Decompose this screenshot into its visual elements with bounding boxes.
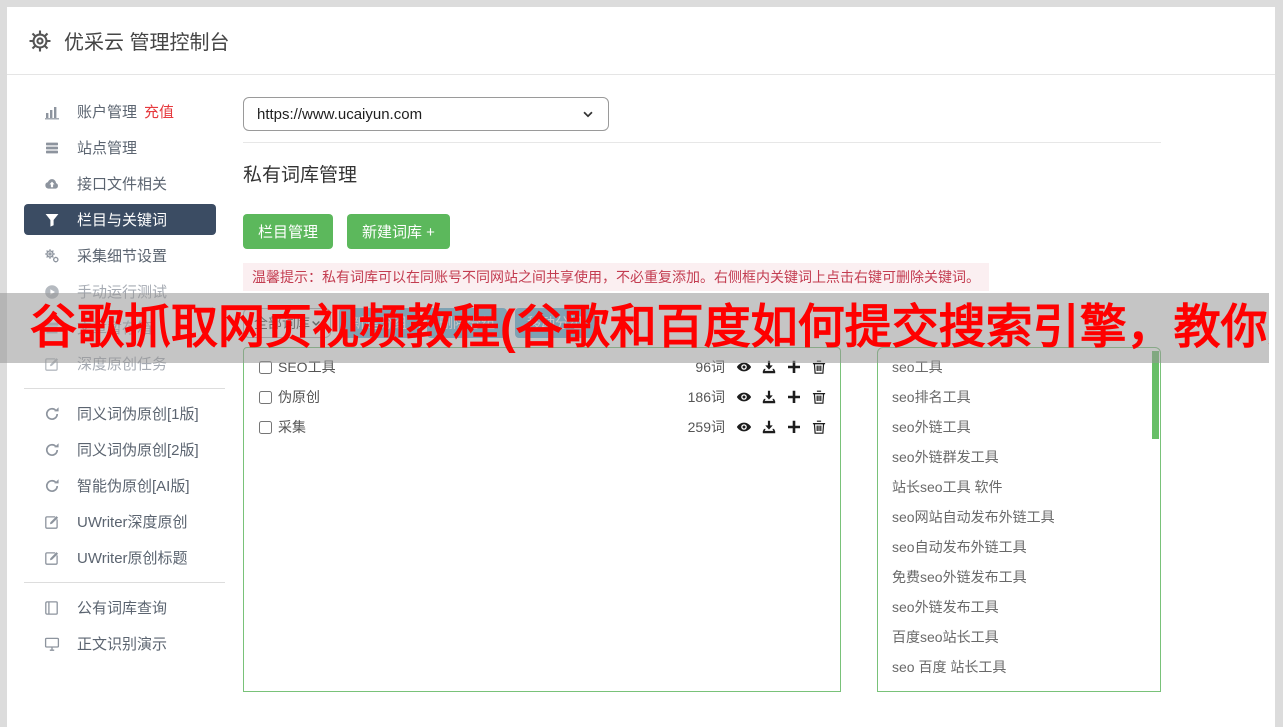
column-manage-button[interactable]: 栏目管理	[243, 214, 334, 249]
keyword-list: seo工具 seo排名工具 seo外链工具 seo外链群发工具 站长seo工具 软件 se…	[878, 352, 1160, 682]
sidebar-item-label: 接口文件相关	[77, 176, 168, 193]
download-icon[interactable]	[761, 419, 777, 435]
row-checkbox[interactable]	[259, 390, 272, 404]
main-content: https://www.ucaiyun.com 私有词库管理 栏目管理 新建词库…	[233, 75, 1275, 692]
keyword-item[interactable]: 百度seo站长工具	[878, 622, 1160, 652]
plus-icon[interactable]	[786, 389, 802, 405]
sidebar-item-label: UWriter深度原创	[77, 514, 188, 531]
sidebar-item-account-manage[interactable]: 账户管理 充值	[24, 96, 216, 127]
tip-banner: 温馨提示：私有词库可以在同账号不同网站之间共享使用，不必重复添加。右侧框内关键词…	[243, 263, 989, 291]
thesaurus-row: 采集 259词	[244, 412, 840, 442]
page: 优采云 管理控制台 账户管理充值站点管理接口文件相关栏目与关键词采集细节设置手动…	[7, 7, 1275, 727]
cloud-upload-icon	[44, 176, 62, 192]
sidebar-divider	[24, 388, 225, 389]
sidebar-item-label: 栏目与关键词	[77, 212, 168, 229]
bar-chart-icon	[44, 104, 62, 120]
sidebar-item-label: 采集细节设置	[77, 248, 168, 265]
sidebar-item-label: 站点管理	[77, 140, 138, 157]
sidebar-item-label: 智能伪原创[AI版]	[77, 478, 190, 495]
overlay-banner: 谷歌抓取网页视频教程(谷歌和百度如何提交搜索引擎，教你如何	[0, 293, 1269, 363]
sidebar-item-label: 同义词伪原创[1版]	[77, 406, 199, 423]
overlay-text: 谷歌抓取网页视频教程(谷歌和百度如何提交搜索引擎，教你如何	[30, 300, 1269, 353]
download-icon[interactable]	[761, 389, 777, 405]
keyword-item[interactable]: seo外链发布工具	[878, 592, 1160, 622]
edit-icon	[44, 550, 62, 566]
divider	[243, 142, 1161, 143]
keyword-item[interactable]: seo外链工具	[878, 412, 1160, 442]
site-select-value: https://www.ucaiyun.com	[257, 105, 423, 123]
keyword-item[interactable]: seo排名工具	[878, 382, 1160, 412]
chevron-down-icon	[581, 107, 595, 121]
gear-icon	[28, 29, 52, 53]
edit-icon	[44, 514, 62, 530]
topbar: 优采云 管理控制台	[7, 7, 1275, 75]
sidebar-item-ai-rewrite[interactable]: 智能伪原创[AI版]	[24, 470, 216, 501]
sidebar-item-label: 正文识别演示	[77, 636, 168, 653]
thesaurus-table: SEO工具 96词 伪原创 186词 采集 259词	[243, 347, 841, 692]
sidebar: 账户管理充值站点管理接口文件相关栏目与关键词采集细节设置手动运行测试文章暂存箱深…	[7, 75, 233, 692]
keyword-item[interactable]: seo自动发布外链工具	[878, 532, 1160, 562]
sidebar-item-api-files[interactable]: 接口文件相关	[24, 168, 216, 199]
sidebar-item-label: 账户管理	[77, 104, 138, 121]
word-count: 259词	[687, 419, 725, 435]
server-icon	[44, 140, 62, 156]
app-title: 优采云 管理控制台	[64, 32, 230, 54]
trash-icon[interactable]	[811, 419, 827, 435]
sidebar-item-synonym-rewrite-v2[interactable]: 同义词伪原创[2版]	[24, 434, 216, 465]
site-select[interactable]: https://www.ucaiyun.com	[243, 97, 609, 131]
monitor-icon	[44, 636, 62, 652]
trash-icon[interactable]	[811, 389, 827, 405]
plus-icon[interactable]	[786, 419, 802, 435]
keyword-panel: seo工具 seo排名工具 seo外链工具 seo外链群发工具 站长seo工具 软件 se…	[877, 347, 1161, 692]
gears-icon	[44, 248, 62, 264]
new-thesaurus-button[interactable]: 新建词库 +	[347, 214, 450, 249]
recharge-link[interactable]: 充值	[144, 101, 174, 122]
keyword-item[interactable]: 免费seo外链发布工具	[878, 562, 1160, 592]
layout: 账户管理充值站点管理接口文件相关栏目与关键词采集细节设置手动运行测试文章暂存箱深…	[7, 75, 1275, 692]
sidebar-item-label: 同义词伪原创[2版]	[77, 442, 199, 459]
scrollbar-thumb[interactable]	[1152, 351, 1159, 439]
action-buttons: 栏目管理 新建词库 +	[243, 214, 1275, 249]
eye-icon[interactable]	[736, 389, 752, 405]
sidebar-item-synonym-rewrite-v1[interactable]: 同义词伪原创[1版]	[24, 398, 216, 429]
thesaurus-row: 伪原创 186词	[244, 382, 840, 412]
refresh-icon	[44, 442, 62, 458]
refresh-icon	[44, 406, 62, 422]
row-checkbox[interactable]	[259, 420, 272, 434]
sidebar-item-content-recognition-demo[interactable]: 正文识别演示	[24, 628, 216, 659]
sidebar-item-uwriter-original-title[interactable]: UWriter原创标题	[24, 542, 216, 573]
funnel-icon	[44, 212, 62, 228]
sidebar-item-collect-settings[interactable]: 采集细节设置	[24, 240, 216, 271]
keyword-item[interactable]: seo外链群发工具	[878, 442, 1160, 472]
book-icon	[44, 600, 62, 616]
panels: SEO工具 96词 伪原创 186词 采集 259词 seo工具 seo排名工具 seo外链工…	[243, 347, 1275, 692]
sidebar-item-site-manage[interactable]: 站点管理	[24, 132, 216, 163]
keyword-item[interactable]: seo 百度 站长工具	[878, 652, 1160, 682]
sidebar-item-public-thesaurus-query[interactable]: 公有词库查询	[24, 592, 216, 623]
word-count: 186词	[687, 389, 725, 405]
sidebar-item-label: UWriter原创标题	[77, 550, 188, 567]
sidebar-item-uwriter-deep-original[interactable]: UWriter深度原创	[24, 506, 216, 537]
eye-icon[interactable]	[736, 419, 752, 435]
sidebar-item-label: 公有词库查询	[77, 600, 168, 617]
keyword-item[interactable]: seo网站自动发布外链工具	[878, 502, 1160, 532]
sidebar-item-columns-keywords[interactable]: 栏目与关键词	[24, 204, 216, 235]
refresh-icon	[44, 478, 62, 494]
page-title: 私有词库管理	[243, 165, 358, 186]
sidebar-divider	[24, 582, 225, 583]
thesaurus-name: 伪原创	[278, 389, 320, 405]
thesaurus-name: 采集	[278, 419, 306, 435]
keyword-item[interactable]: 站长seo工具 软件	[878, 472, 1160, 502]
